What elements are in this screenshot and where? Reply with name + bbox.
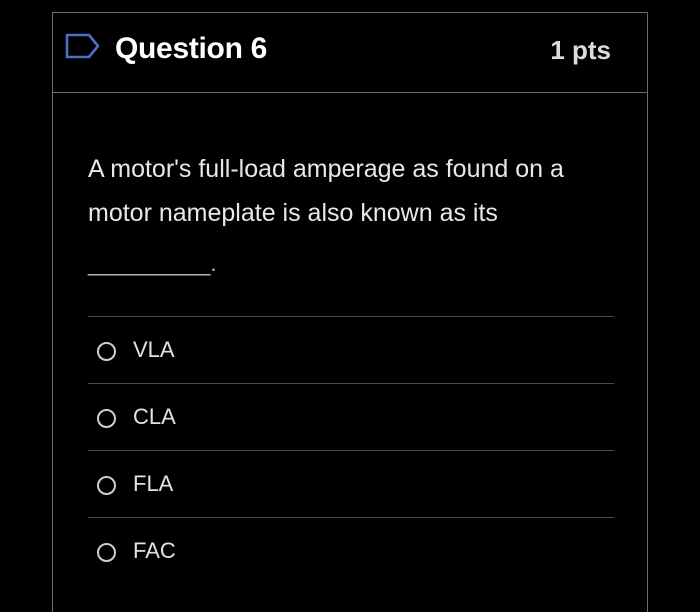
answer-label: CLA bbox=[133, 404, 176, 429]
answer-label: FAC bbox=[133, 538, 176, 563]
answer-label: VLA bbox=[133, 337, 175, 362]
question-title: Question 6 bbox=[115, 32, 268, 65]
flag-icon[interactable] bbox=[65, 33, 101, 59]
answer-option-vla[interactable]: VLA bbox=[88, 316, 614, 383]
radio-button[interactable] bbox=[97, 543, 116, 562]
answer-option-fla[interactable]: FLA bbox=[88, 450, 614, 517]
question-points: 1 pts bbox=[550, 35, 611, 65]
quiz-question-card: Question 6 1 pts A motor's full-load amp… bbox=[52, 12, 648, 612]
answer-option-fac[interactable]: FAC bbox=[88, 517, 614, 584]
radio-button[interactable] bbox=[97, 342, 116, 361]
answer-list: VLA CLA FLA FAC bbox=[88, 316, 614, 584]
question-blank: __________. bbox=[88, 251, 217, 276]
answer-label: FLA bbox=[133, 471, 174, 496]
radio-button[interactable] bbox=[97, 409, 116, 428]
question-header: Question 6 1 pts bbox=[53, 13, 647, 93]
answer-option-cla[interactable]: CLA bbox=[88, 383, 614, 450]
radio-button[interactable] bbox=[97, 476, 116, 495]
question-text: A motor's full-load amperage as found on… bbox=[88, 155, 564, 227]
